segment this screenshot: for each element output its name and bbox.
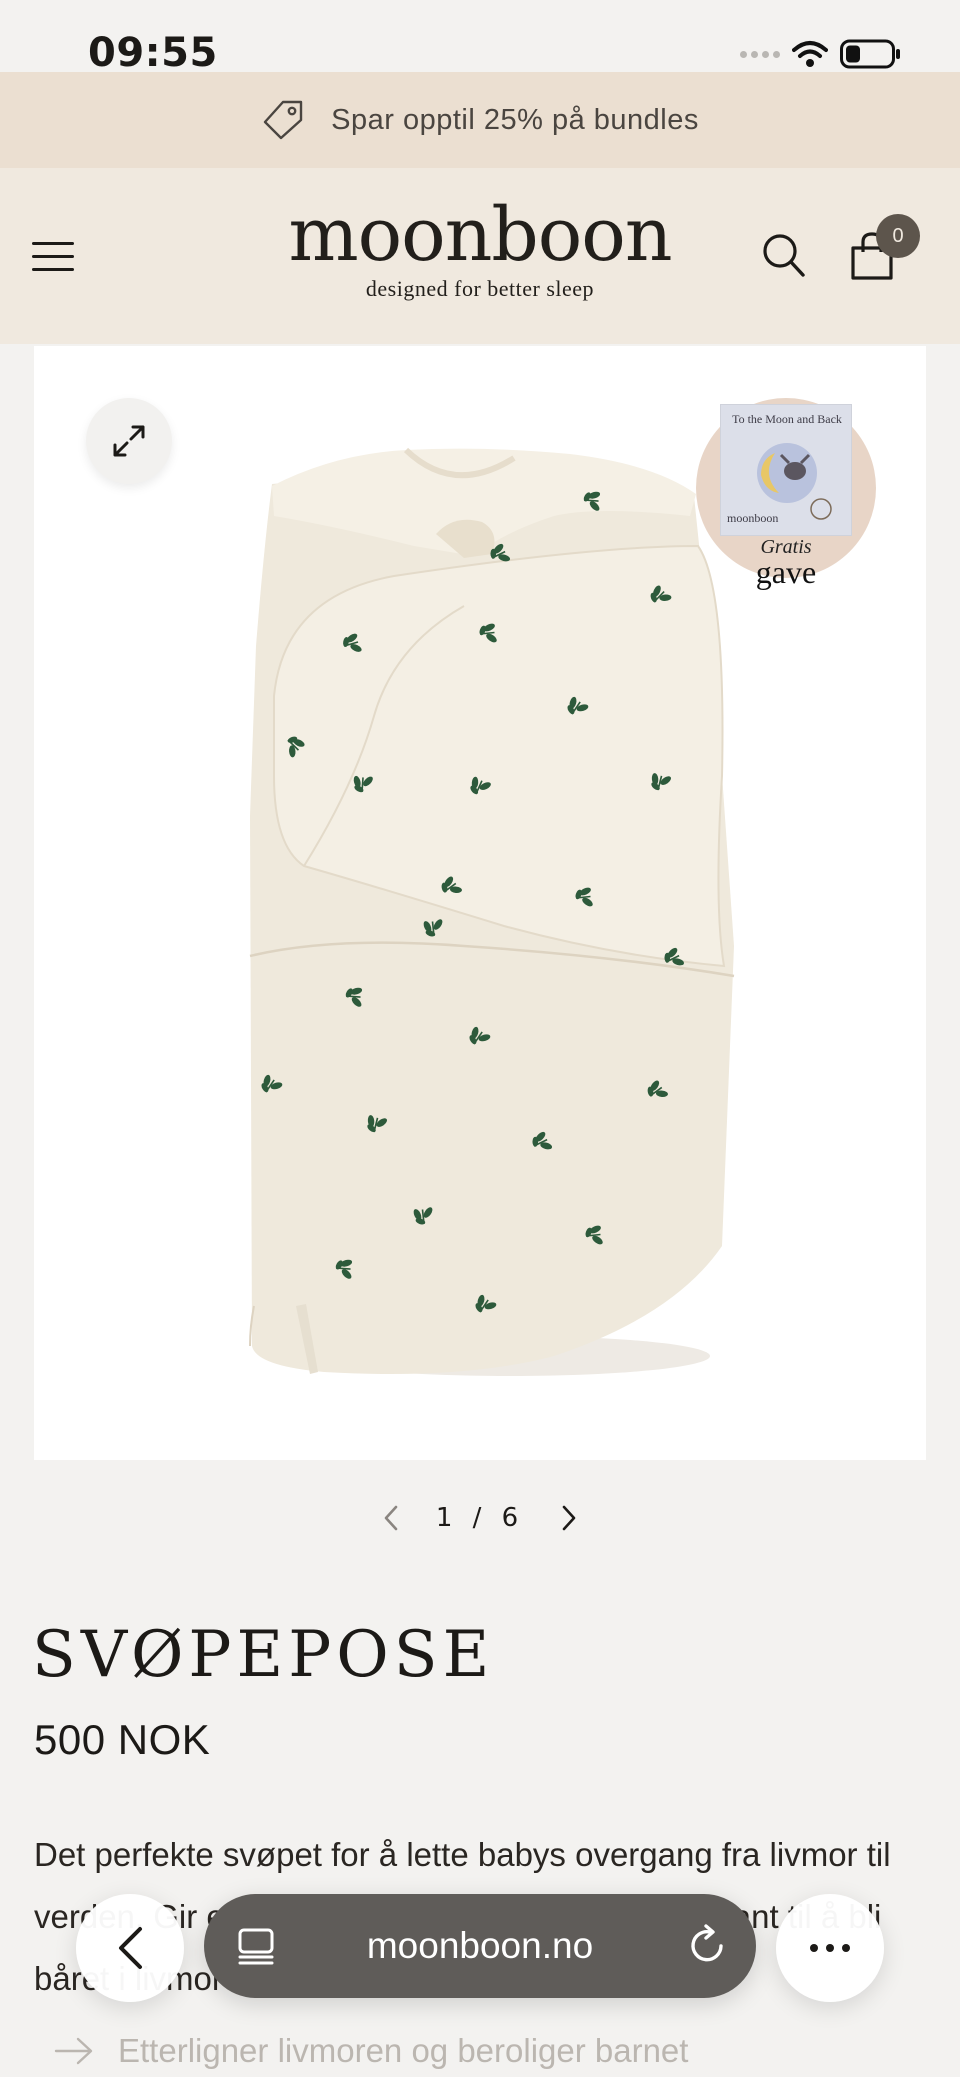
feature-item: Etterligner livmoren og beroliger barnet bbox=[54, 2032, 688, 2070]
pager-indicator: 1 / 6 bbox=[435, 1503, 525, 1533]
gift-book-cover: To the Moon and Back moonboon bbox=[720, 404, 852, 536]
address-bar[interactable]: moonboon.no bbox=[204, 1894, 756, 1998]
brand-tagline: designed for better sleep bbox=[365, 276, 595, 301]
gift-book-brand: moonboon bbox=[727, 511, 779, 525]
site-header: moonboon designed for better sleep bbox=[0, 168, 960, 344]
browser-back-button[interactable] bbox=[76, 1894, 184, 2002]
search-icon[interactable] bbox=[760, 230, 808, 280]
expand-image-button[interactable] bbox=[86, 398, 172, 484]
arrow-right-icon bbox=[54, 2037, 93, 2065]
promo-text: Spar opptil 25% på bundles bbox=[331, 103, 699, 136]
brand-name: moonboon bbox=[288, 192, 672, 278]
expand-icon bbox=[113, 425, 145, 457]
promo-banner[interactable]: Spar opptil 25% på bundles bbox=[0, 72, 960, 168]
url-text: moonboon.no bbox=[366, 1925, 594, 1966]
image-pager: 1 / 6 bbox=[0, 1496, 960, 1540]
brand-logo[interactable]: moonboon designed for better sleep bbox=[0, 198, 960, 302]
more-dot bbox=[810, 1944, 818, 1952]
more-dot bbox=[826, 1944, 834, 1952]
price-tag-icon bbox=[263, 100, 303, 140]
reload-icon[interactable] bbox=[688, 1924, 728, 1966]
chevron-left-icon bbox=[384, 1505, 398, 1531]
battery-icon bbox=[840, 39, 900, 69]
more-options-button[interactable] bbox=[776, 1894, 884, 2002]
chevron-right-icon bbox=[562, 1505, 576, 1531]
signal-icon bbox=[740, 50, 780, 58]
feature-text: Etterligner livmoren og beroliger barnet bbox=[118, 2032, 689, 2069]
product-title: SVØPEPOSE bbox=[32, 1618, 495, 1692]
wifi-icon bbox=[792, 41, 828, 67]
status-bar: 09:55 bbox=[0, 0, 960, 76]
gift-label: Gratis gave bbox=[696, 537, 876, 590]
next-image-button[interactable] bbox=[554, 1498, 584, 1538]
status-time: 09:55 bbox=[88, 30, 218, 76]
product-image-panel[interactable]: To the Moon and Back moonboon Gratis gav… bbox=[34, 346, 926, 1460]
free-gift-badge[interactable]: To the Moon and Back moonboon Gratis gav… bbox=[696, 398, 876, 588]
more-dot bbox=[842, 1944, 850, 1952]
cart-count-badge: 0 bbox=[876, 214, 920, 258]
chevron-left-icon bbox=[119, 1927, 142, 1969]
previous-image-button[interactable] bbox=[376, 1498, 406, 1538]
gift-label-line2: gave bbox=[755, 554, 817, 590]
status-icons bbox=[740, 36, 902, 72]
product-price: 500 NOK bbox=[34, 1716, 211, 1763]
